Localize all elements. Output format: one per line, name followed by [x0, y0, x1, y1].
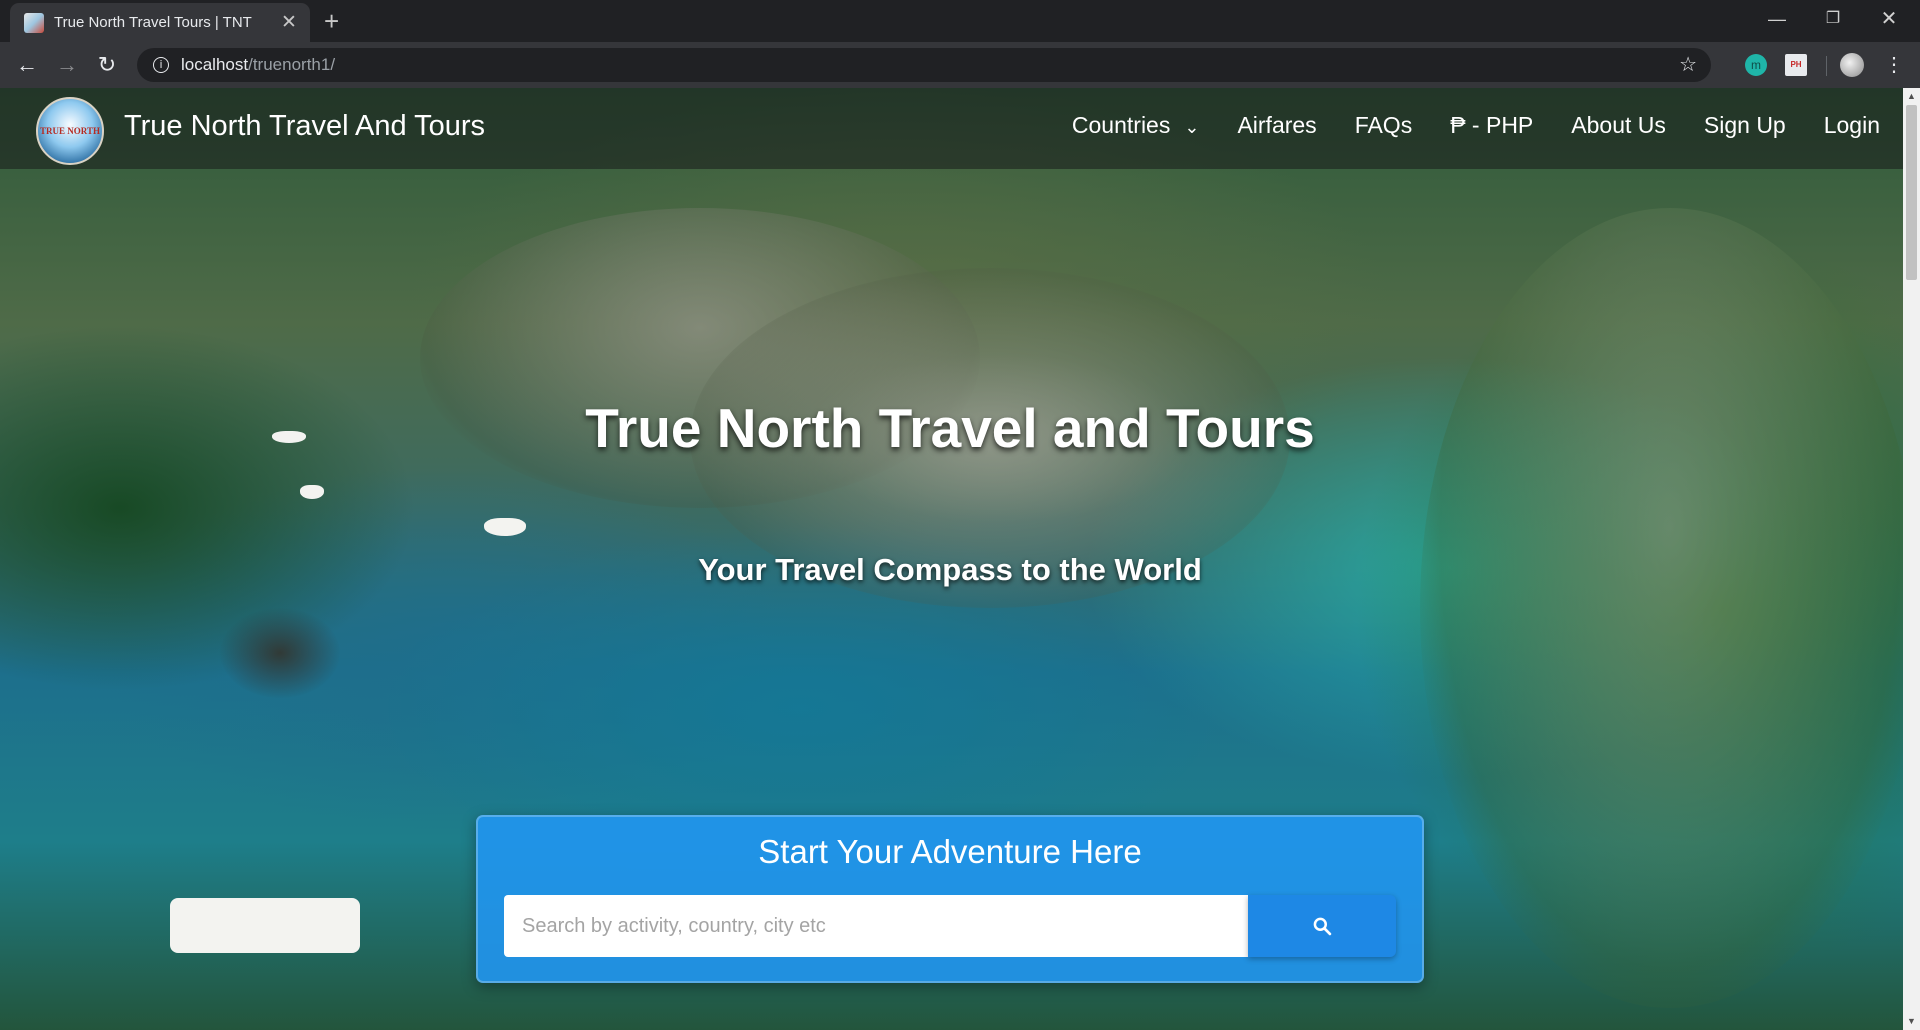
search-button[interactable] — [1248, 895, 1396, 957]
back-arrow-icon[interactable]: ← — [12, 50, 42, 80]
close-window-button[interactable]: ✕ — [1862, 4, 1916, 34]
extension-m-icon[interactable]: m — [1745, 54, 1767, 76]
favicon-icon — [24, 12, 44, 33]
minimize-window-button[interactable]: — — [1750, 4, 1804, 34]
nav-item-about-us[interactable]: About Us — [1571, 112, 1666, 139]
brand-logo[interactable]: TRUE NORTH — [36, 97, 104, 165]
logo-text: TRUE NORTH — [40, 126, 100, 136]
close-tab-icon[interactable]: ✕ — [280, 13, 298, 32]
browser-menu-icon[interactable]: ⋮ — [1884, 54, 1904, 76]
nav-links: Countries ⌄ Airfares FAQs ₱ - PHP About U… — [1034, 112, 1880, 139]
scroll-down-icon[interactable]: ▼ — [1903, 1013, 1920, 1030]
chevron-down-icon[interactable]: ⌄ — [1184, 117, 1199, 138]
search-card: Start Your Adventure Here — [476, 815, 1424, 983]
extension-flag-icon[interactable]: PH — [1785, 54, 1807, 76]
page-scrollbar[interactable]: ▲ ▼ — [1903, 88, 1920, 1030]
search-icon — [1313, 917, 1332, 936]
nav-item-sign-up[interactable]: Sign Up — [1704, 112, 1786, 139]
new-tab-button[interactable]: + — [324, 8, 339, 34]
nav-item-currency[interactable]: ₱ - PHP — [1450, 112, 1533, 139]
reload-icon[interactable]: ↻ — [92, 50, 122, 80]
scroll-up-icon[interactable]: ▲ — [1903, 88, 1920, 105]
search-heading: Start Your Adventure Here — [758, 833, 1142, 870]
scrollbar-thumb[interactable] — [1906, 105, 1917, 280]
maximize-window-button[interactable]: ❐ — [1806, 4, 1860, 34]
browser-tab[interactable]: True North Travel Tours | TNT ✕ — [10, 3, 310, 42]
profile-avatar-icon[interactable] — [1840, 53, 1864, 77]
info-icon[interactable]: i — [153, 57, 169, 73]
url-path: /truenorth1/ — [248, 55, 336, 74]
toolbar-divider — [1826, 56, 1827, 76]
nav-item-faqs[interactable]: FAQs — [1355, 112, 1413, 139]
address-bar[interactable]: i localhost /truenorth1/ ☆ — [137, 48, 1711, 82]
site-navbar: TRUE NORTH True North Travel And Tours C… — [0, 88, 1920, 169]
browser-toolbar: ← → ↻ i localhost /truenorth1/ ☆ m PH ⋮ — [0, 42, 1920, 88]
forward-arrow-icon[interactable]: → — [52, 50, 82, 80]
hero-title: True North Travel and Tours — [585, 397, 1315, 459]
url-host: localhost — [181, 55, 249, 74]
star-icon[interactable]: ☆ — [1679, 52, 1697, 76]
search-input[interactable] — [504, 895, 1248, 957]
nav-item-countries[interactable]: Countries ⌄ — [1072, 112, 1200, 139]
browser-tabstrip: True North Travel Tours | TNT ✕ + — ❐ ✕ — [0, 0, 1920, 42]
nav-item-airfares[interactable]: Airfares — [1237, 112, 1316, 139]
hero-subtitle: Your Travel Compass to the World — [698, 552, 1202, 587]
tab-title: True North Travel Tours | TNT — [54, 14, 252, 31]
page-viewport: TRUE NORTH True North Travel And Tours C… — [0, 88, 1920, 1030]
brand-name[interactable]: True North Travel And Tours — [124, 110, 485, 143]
nav-item-login[interactable]: Login — [1824, 112, 1880, 139]
